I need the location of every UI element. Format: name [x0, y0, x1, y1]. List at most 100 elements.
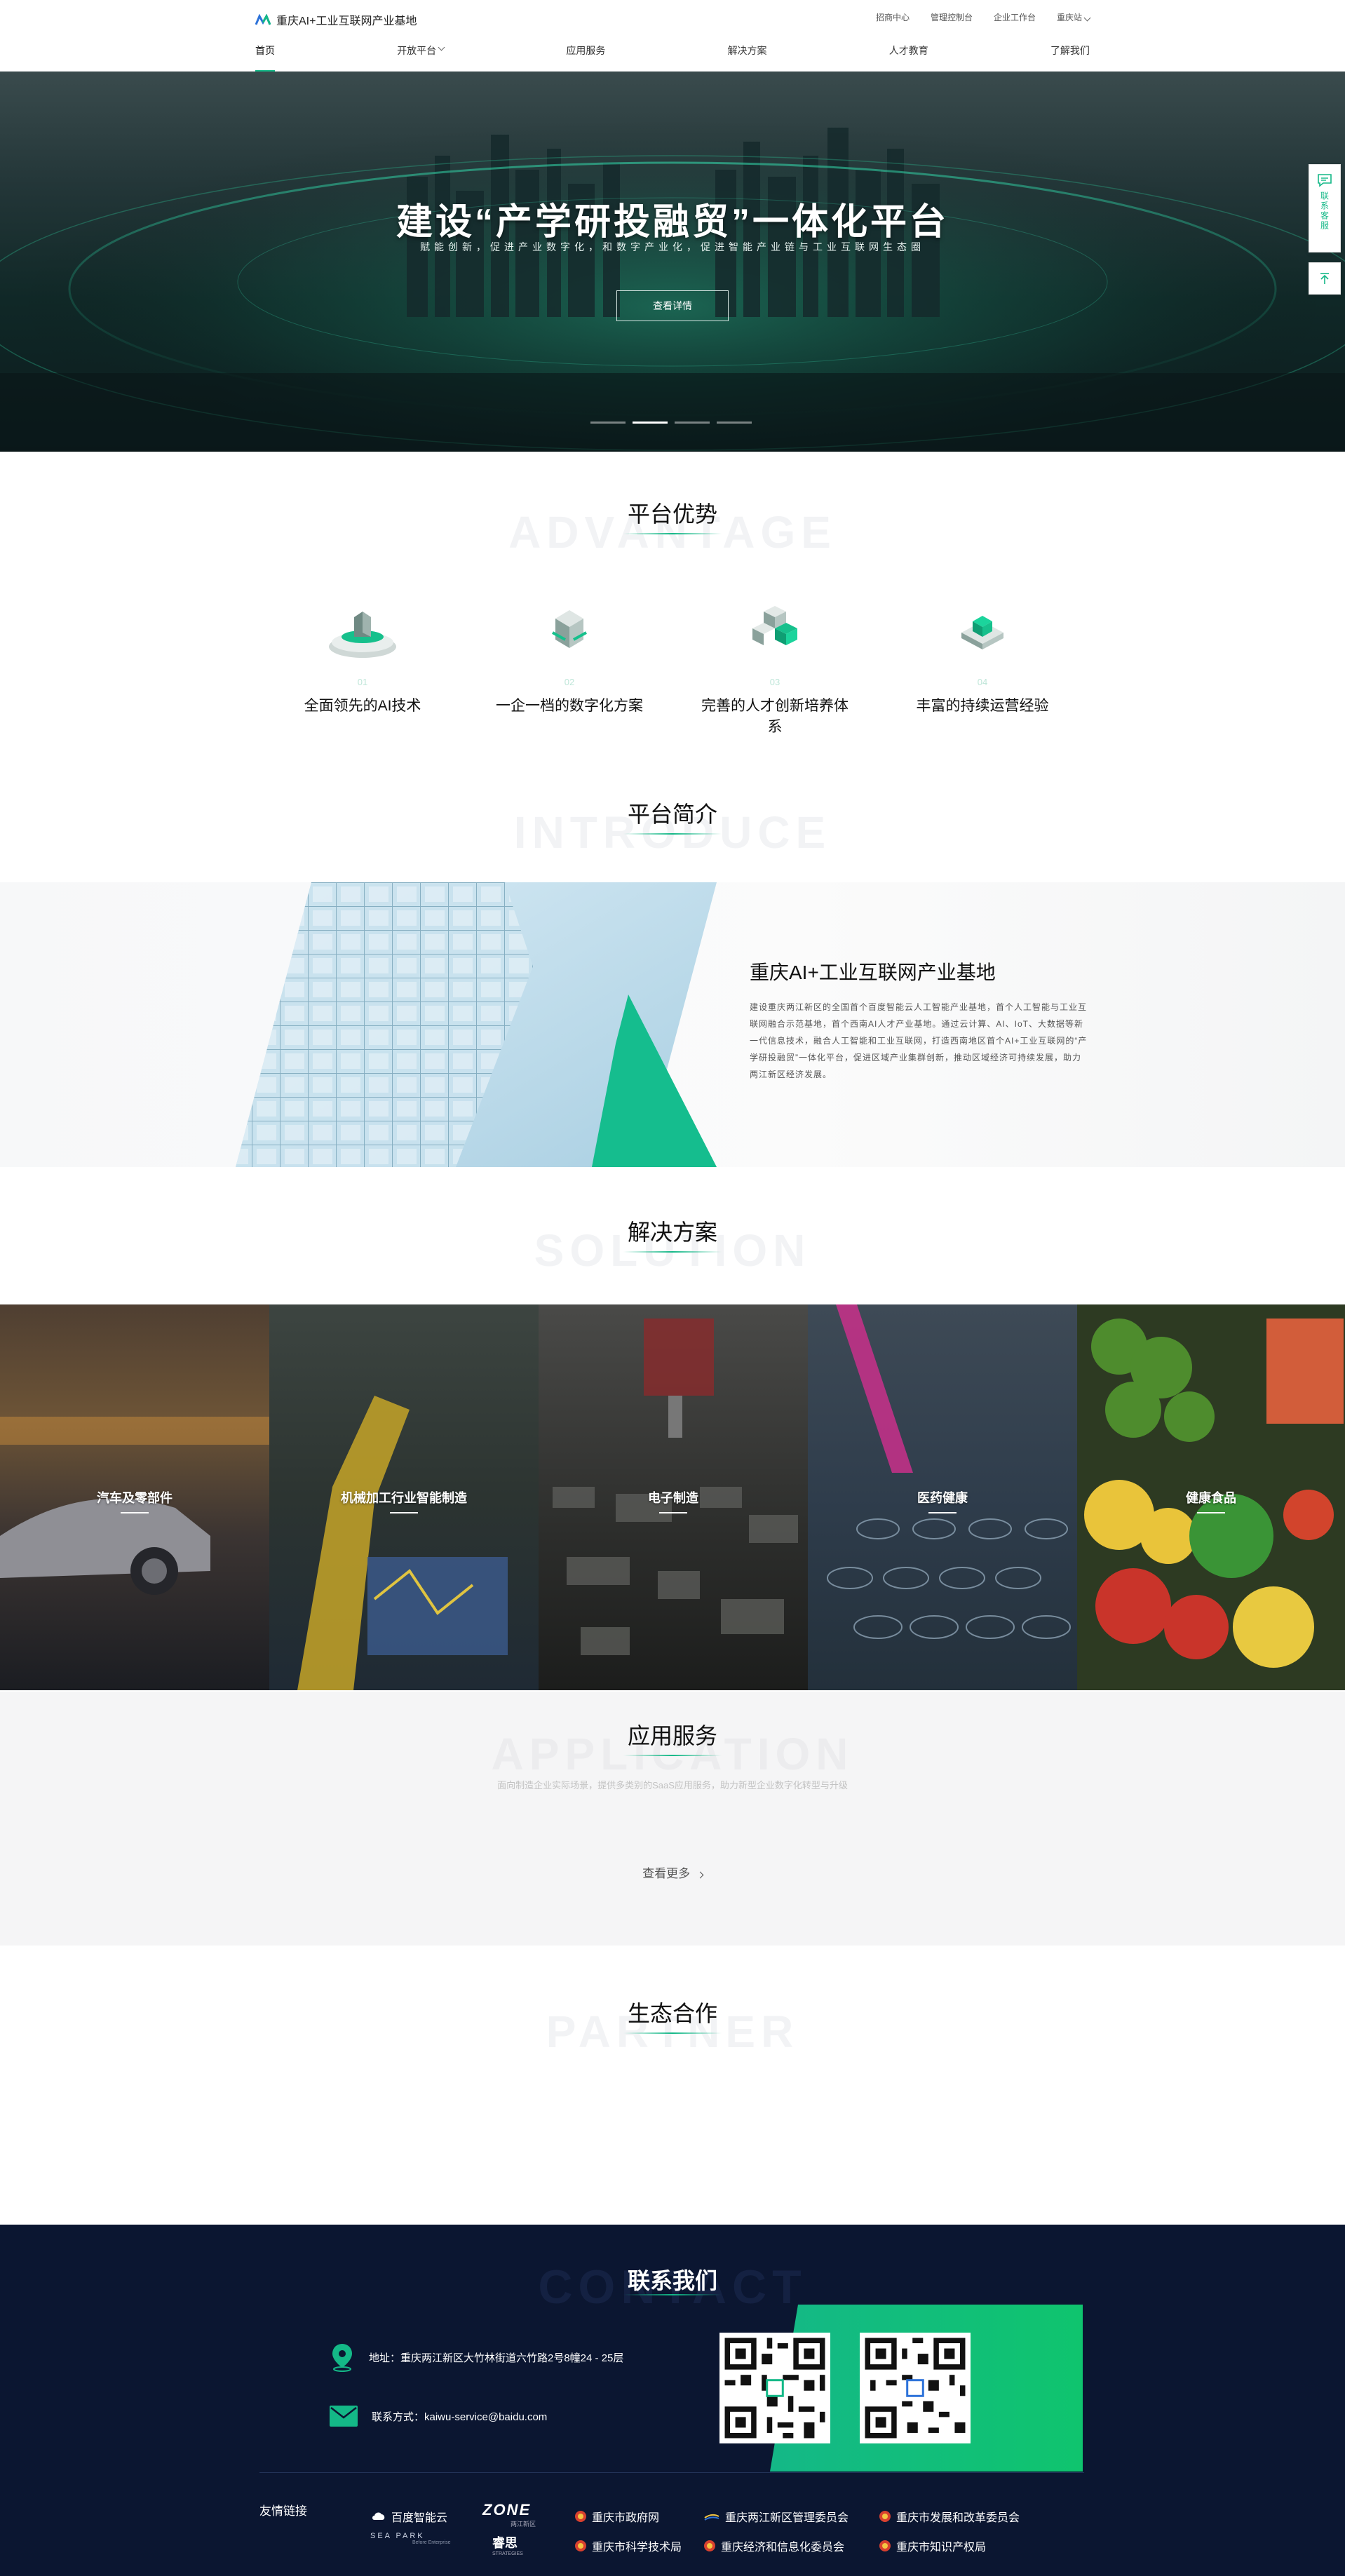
chat-icon [1318, 174, 1332, 187]
top-links: 招商中心 管理控制台 企业工作台 重庆站 [876, 11, 1091, 23]
solution-label: 汽车及零部件 [0, 1488, 269, 1513]
solution-card-food[interactable]: 健康食品 [1077, 1304, 1345, 1690]
section-title: 应用服务 [627, 1723, 717, 1748]
talent-system-icon [752, 606, 797, 645]
advantage-label: 全面领先的AI技术 [304, 698, 421, 714]
nav-label: 开放平台 [397, 45, 437, 56]
advantage-label: 一企一档的数字化方案 [496, 698, 643, 714]
advantage-num: 02 [564, 677, 575, 687]
nav-label: 人才教育 [888, 45, 928, 56]
customer-service-float[interactable]: 联系客服 [1309, 164, 1341, 252]
ruisi-logo-sub: STRATEGIES [492, 2551, 523, 2556]
friend-link-zone[interactable]: ZONE 两江新区 [482, 2501, 536, 2528]
city-label: 重庆站 [1056, 13, 1082, 22]
logo-icon [255, 14, 271, 25]
chevron-down-icon [1083, 14, 1091, 22]
zone-logo-text: ZONE [482, 2501, 532, 2518]
intro-block [0, 882, 1345, 1167]
contact-address: 地址：重庆两江新区大竹林街道六竹路2号8幢24 - 25层 [330, 2342, 623, 2372]
section-title: 联系我们 [627, 2268, 717, 2293]
friend-link-ruisi[interactable]: 睿思 STRATEGIES [492, 2533, 523, 2556]
friend-link-cq-gov[interactable]: 重庆市政府网 [575, 2508, 659, 2525]
back-to-top-button[interactable] [1309, 262, 1341, 295]
hero-detail-button[interactable]: 查看详情 [616, 290, 729, 321]
baidu-cloud-logo-icon [372, 2512, 385, 2520]
chevron-down-icon [438, 43, 445, 51]
section-underline [623, 833, 722, 835]
digital-solution-icon [552, 610, 587, 648]
chevron-right-icon [696, 1871, 704, 1879]
section-title: 生态合作 [627, 2001, 717, 2026]
contact-email: 联系方式：kaiwu-service@baidu.com [330, 2406, 547, 2427]
friend-link-baidu-cloud[interactable]: 百度智能云 [372, 2508, 447, 2525]
carousel-dot[interactable] [590, 422, 626, 424]
solution-card-medical[interactable]: 医药健康 [808, 1304, 1077, 1690]
qr-code-image [860, 2333, 971, 2443]
advantage-label: 完善的人才创新培养体系 [701, 698, 849, 735]
carousel-dot[interactable] [717, 422, 752, 424]
view-more-link[interactable]: 查看更多 [0, 1863, 1345, 1881]
ruisi-logo-text: 睿思 [492, 2536, 518, 2550]
operation-experience-icon [961, 616, 1003, 649]
friend-link-economy[interactable]: 重庆经济和信息化委员会 [704, 2537, 844, 2554]
nav-open-platform[interactable]: 开放平台 [397, 43, 445, 72]
friend-link-label: 重庆市知识产权局 [896, 2542, 987, 2554]
nav-solution[interactable]: 解决方案 [728, 43, 767, 72]
city-switch[interactable]: 重庆站 [1056, 11, 1091, 23]
friend-link-liangjiang[interactable]: 重庆两江新区管理委员会 [704, 2508, 849, 2525]
qr-code-1 [719, 2333, 830, 2443]
email-text: 联系方式：kaiwu-service@baidu.com [372, 2410, 548, 2423]
ai-tech-icon [329, 612, 396, 658]
friend-link-label: 百度智能云 [391, 2512, 448, 2524]
city-skyline-illustration [0, 72, 1345, 452]
carousel-indicators [590, 422, 752, 424]
intro-text: 建设重庆两江新区的全国首个百度智能云人工智能产业基地，首个人工智能与工业互联网融… [750, 1002, 1088, 1079]
friend-link-seapark[interactable]: SEA PARK Before Enterprise [370, 2532, 450, 2545]
hero-banner: 建设“产学研投融贸”一体化平台 赋能创新，促进产业数字化，和数字产业化，促进智能… [0, 72, 1345, 452]
national-emblem-icon [879, 2540, 891, 2551]
carousel-dot[interactable] [675, 422, 710, 424]
site-logo[interactable]: 重庆AI+工业互联网产业基地 [255, 11, 417, 28]
friend-links-title: 友情链接 [259, 2504, 307, 2518]
friend-link-science[interactable]: 重庆市科学技术局 [575, 2537, 682, 2554]
intro-building-image [236, 882, 717, 1167]
nav-app-service[interactable]: 应用服务 [566, 43, 605, 72]
friend-link-label: 重庆两江新区管理委员会 [725, 2512, 849, 2524]
advantage-label: 丰富的持续运营经验 [916, 698, 1049, 714]
solution-label: 机械加工行业智能制造 [269, 1488, 539, 1513]
nav-home[interactable]: 首页 [255, 43, 275, 72]
friend-link-ipo[interactable]: 重庆市知识产权局 [879, 2537, 986, 2554]
solution-card-auto[interactable]: 汽车及零部件 [0, 1304, 269, 1690]
main-nav: 首页 开放平台 应用服务 解决方案 人才教育 了解我们 [255, 43, 1090, 72]
section-title: 解决方案 [627, 1220, 717, 1245]
top-link-console[interactable]: 管理控制台 [931, 11, 973, 23]
solution-card-machining[interactable]: 机械加工行业智能制造 [269, 1304, 539, 1690]
mail-icon [330, 2406, 358, 2427]
view-more-label: 查看更多 [642, 1867, 691, 1880]
nav-talent[interactable]: 人才教育 [889, 43, 928, 72]
advantage-item: 04 丰富的持续运营经验 [902, 591, 1063, 715]
friend-link-ndrc[interactable]: 重庆市发展和改革委员会 [879, 2508, 1020, 2525]
section-title: 平台简介 [627, 802, 717, 827]
page: 重庆AI+工业互联网产业基地 招商中心 管理控制台 企业工作台 重庆站 首页 开… [0, 0, 1345, 2576]
qr-code-2 [860, 2333, 971, 2443]
hero-title: 建设“产学研投融贸”一体化平台 [396, 202, 949, 243]
service-label: 联系客服 [1319, 191, 1330, 231]
advantage-num: 01 [357, 677, 368, 687]
logo-text: 重庆AI+工业互联网产业基地 [276, 15, 417, 27]
section-underline [623, 533, 722, 534]
national-emblem-icon [575, 2540, 586, 2551]
advantage-item: 03 完善的人才创新培养体系 [694, 591, 856, 736]
footer-divider [259, 2472, 1084, 2473]
advantage-item: 02 一企一档的数字化方案 [489, 591, 650, 715]
top-link-workbench[interactable]: 企业工作台 [994, 11, 1036, 23]
carousel-dot-active[interactable] [633, 422, 668, 424]
nav-label: 了解我们 [1050, 45, 1090, 56]
solution-card-electronics[interactable]: 电子制造 [539, 1304, 808, 1690]
seapark-logo-sub: Before Enterprise [412, 2540, 451, 2545]
solution-label: 医药健康 [808, 1488, 1077, 1513]
nav-about[interactable]: 了解我们 [1050, 43, 1090, 72]
top-link-invest[interactable]: 招商中心 [876, 11, 910, 23]
back-to-top-icon [1320, 273, 1329, 284]
friend-link-label: 重庆经济和信息化委员会 [721, 2542, 845, 2554]
